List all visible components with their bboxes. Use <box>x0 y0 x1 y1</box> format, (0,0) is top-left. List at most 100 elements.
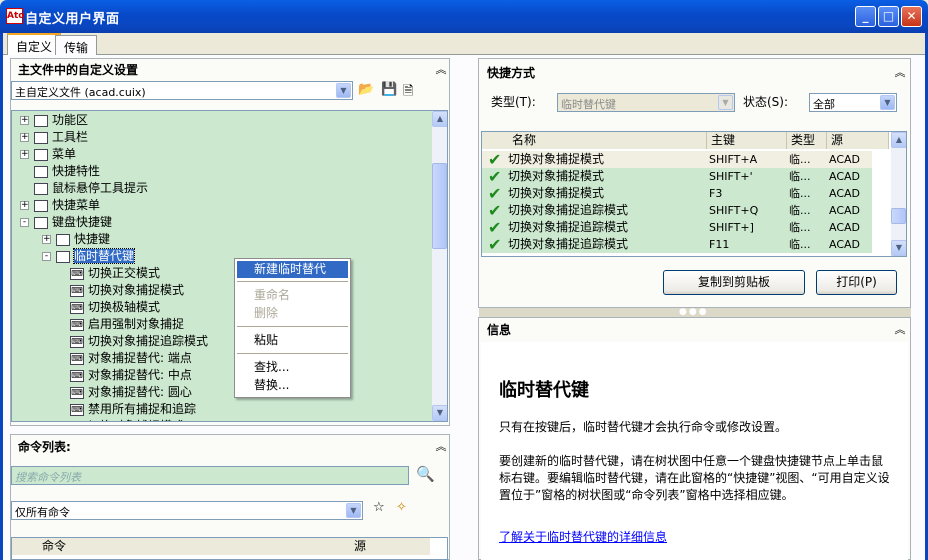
scroll-down-icon[interactable]: ▼ <box>891 240 906 256</box>
status-combo[interactable]: 全部 ▼ <box>809 93 897 112</box>
tree-item[interactable]: + 快捷菜单 <box>20 197 100 214</box>
menu-delete[interactable]: 删除 <box>237 305 348 322</box>
copy-to-clipboard-button[interactable]: 复制到剪贴板 <box>663 270 805 295</box>
collapse-chevron-icon[interactable]: ︽ <box>434 63 448 77</box>
command-list-grid[interactable]: 命令 源 <box>11 537 448 560</box>
new-command-icon[interactable]: ✧ <box>396 500 407 515</box>
chevron-down-icon[interactable]: ▼ <box>880 95 895 110</box>
shortcuts-grid[interactable]: 名称 主键 类型 源 ✔ 切换对象捕捉模式 SHIFT+A 临... ACAD ✔ 切换对象… <box>481 131 907 257</box>
customization-tree[interactable]: + 功能区 + 工具栏 + 菜单 快捷特性鼠标悬停工具提示 + 快捷菜单 - 键盘快捷键 + 快捷键 - 临… <box>11 110 448 422</box>
menu-replace[interactable]: 替换... <box>237 377 348 394</box>
menu-find[interactable]: 查找... <box>237 359 348 376</box>
tree-item[interactable]: 鼠标悬停工具提示 <box>34 180 148 197</box>
grid-scrollbar[interactable]: ▲ ▼ <box>891 132 906 256</box>
tree-item-label: 切换正交模式 <box>88 266 161 280</box>
command-search-input[interactable]: 搜索命令列表 <box>11 466 409 485</box>
table-row[interactable]: ✔ 切换对象捕捉追踪模式 SHIFT+] 临... ACAD <box>482 219 872 236</box>
title-bar[interactable] <box>0 0 928 33</box>
key-icon: ⌨ <box>70 267 84 280</box>
close-button[interactable]: ✕ <box>901 6 922 27</box>
tree-item[interactable]: ⌨ 切换对象捕捉追踪模式 <box>70 333 208 350</box>
type-combo[interactable]: 临时替代键 ▼ <box>557 93 735 112</box>
tree-item[interactable]: ⌨ 禁用所有捕捉和追踪 <box>70 401 196 418</box>
command-list-header: 命令列表: <box>18 440 71 454</box>
expand-toggle-icon[interactable]: - <box>42 252 51 261</box>
splitter-grip-icon[interactable]: ●●● <box>679 307 709 317</box>
column-type[interactable]: 类型 <box>787 132 827 149</box>
check-icon: ✔ <box>488 167 502 186</box>
tree-item[interactable]: + 菜单 <box>20 146 76 163</box>
tree-item[interactable]: + 工具栏 <box>20 129 88 146</box>
expand-toggle-icon[interactable]: + <box>20 150 29 159</box>
save-icon[interactable]: 💾 <box>381 82 397 98</box>
tree-item[interactable]: ⌨ 对象捕捉替代: 端点 <box>70 350 192 367</box>
tree-item-label: 快捷特性 <box>52 164 101 178</box>
type-label: 类型(T): <box>491 95 536 109</box>
table-row[interactable]: ✔ 切换对象捕捉模式 F3 临... ACAD <box>482 185 872 202</box>
expand-toggle-icon[interactable]: + <box>20 116 29 125</box>
expand-toggle-icon[interactable]: + <box>20 133 29 142</box>
collapse-chevron-icon[interactable]: ︽ <box>893 66 907 80</box>
chevron-down-icon[interactable]: ▼ <box>346 503 361 518</box>
splitter[interactable]: ●●● <box>479 307 911 317</box>
minimize-button[interactable]: _ <box>855 6 876 27</box>
column-source[interactable]: 源 <box>350 538 430 555</box>
table-row[interactable]: ✔ 切换对象捕捉模式 SHIFT+' 临... ACAD <box>482 168 872 185</box>
expand-toggle-icon[interactable]: - <box>20 218 29 227</box>
info-paragraph-1: 只有在按键后，临时替代键才会执行命令或修改设置。 <box>499 420 788 434</box>
tab-transfer[interactable]: 传输 <box>55 35 98 55</box>
column-key[interactable]: 主键 <box>707 132 787 149</box>
tree-item-label: 对象捕捉替代: 中点 <box>88 368 192 382</box>
print-button[interactable]: 打印(P) <box>816 270 897 295</box>
info-title: 临时替代键 <box>499 380 589 401</box>
tree-item-label: 对象捕捉替代: 端点 <box>88 351 192 365</box>
maximize-button[interactable]: □ <box>878 6 899 27</box>
partial-file-icon[interactable]: 🗎 <box>403 82 419 99</box>
tree-item[interactable]: ⌨ 切换对象捕捉模式 <box>70 418 184 421</box>
cell-name: 切换对象捕捉追踪模式 <box>508 220 629 234</box>
tree-item[interactable]: ⌨ 切换极轴模式 <box>70 299 160 316</box>
command-filter-combo[interactable]: 仅所有命令 ▼ <box>11 501 363 520</box>
learn-more-link[interactable]: 了解关于临时替代键的详细信息 <box>499 528 667 545</box>
menu-rename[interactable]: 重命名 <box>237 287 348 304</box>
tree-item[interactable]: ⌨ 对象捕捉替代: 中点 <box>70 367 192 384</box>
tree-scrollbar[interactable]: ▲ ▼ <box>432 111 447 421</box>
open-file-icon[interactable]: 📂 <box>358 82 374 98</box>
tree-item[interactable]: ⌨ 启用强制对象捕捉 <box>70 316 184 333</box>
status-label: 状态(S): <box>743 95 789 109</box>
menu-paste[interactable]: 粘贴 <box>237 332 348 349</box>
tree-item[interactable]: - 临时替代键 <box>42 248 136 265</box>
column-name[interactable]: 名称 <box>482 132 707 149</box>
expand-toggle-icon[interactable]: + <box>20 201 29 210</box>
scroll-up-icon[interactable]: ▲ <box>432 111 447 127</box>
tree-item[interactable]: + 快捷键 <box>42 231 110 248</box>
tree-item[interactable]: ⌨ 切换对象捕捉模式 <box>70 282 184 299</box>
table-row[interactable]: ✔ 切换对象捕捉追踪模式 F11 临... ACAD <box>482 236 872 253</box>
scroll-thumb[interactable] <box>891 208 906 224</box>
tree-item[interactable]: - 键盘快捷键 <box>20 214 112 231</box>
table-row[interactable]: ✔ 切换对象捕捉模式 SHIFT+A 临... ACAD <box>482 151 872 168</box>
table-row[interactable]: ✔ 切换对象捕捉追踪模式 SHIFT+Q 临... ACAD <box>482 202 872 219</box>
tree-item[interactable]: + 功能区 <box>20 112 88 129</box>
column-source[interactable]: 源 <box>827 132 889 149</box>
tree-item[interactable]: 快捷特性 <box>34 163 100 180</box>
scroll-up-icon[interactable]: ▲ <box>891 132 906 148</box>
find-command-icon[interactable]: ☆ <box>373 500 385 515</box>
customization-file-combo[interactable]: 主自定义文件 (acad.cuix) ▼ <box>11 81 353 100</box>
scroll-thumb[interactable] <box>432 163 447 249</box>
tree-item[interactable]: ⌨ 切换正交模式 <box>70 265 160 282</box>
tree-item-label: 禁用所有捕捉和追踪 <box>88 402 197 416</box>
tree-item[interactable]: ⌨ 对象捕捉替代: 圆心 <box>70 384 192 401</box>
chevron-down-icon[interactable]: ▼ <box>718 95 733 110</box>
chevron-down-icon[interactable]: ▼ <box>336 83 351 98</box>
menu-separator <box>237 326 348 327</box>
collapse-chevron-icon[interactable]: ︽ <box>434 440 448 454</box>
key-icon: ⌨ <box>70 369 84 382</box>
expand-toggle-icon[interactable]: + <box>42 235 51 244</box>
search-icon[interactable]: 🔍 <box>416 465 435 483</box>
scroll-down-icon[interactable]: ▼ <box>432 405 447 421</box>
column-command[interactable]: 命令 <box>12 538 350 555</box>
tab-customize[interactable]: 自定义 <box>7 33 62 55</box>
collapse-chevron-icon[interactable]: ︽ <box>893 323 907 337</box>
menu-new-temp-override[interactable]: 新建临时替代 <box>237 261 348 278</box>
